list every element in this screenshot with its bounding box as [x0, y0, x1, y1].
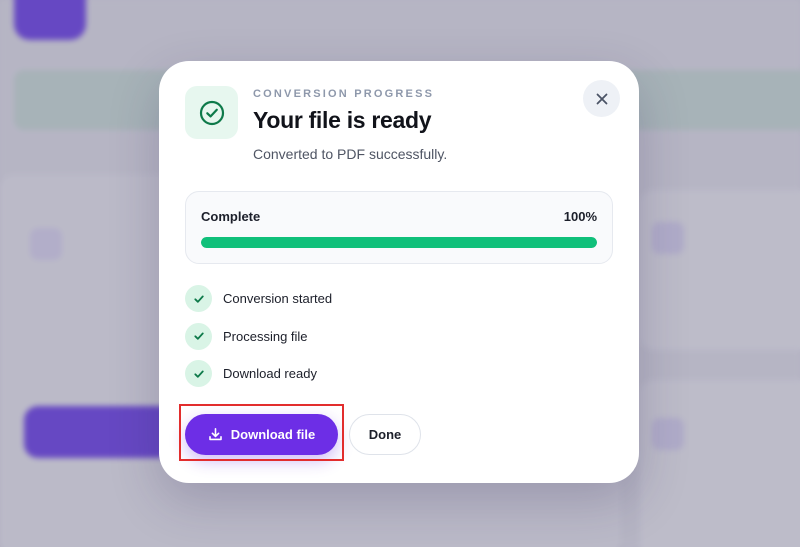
progress-bar	[201, 237, 597, 248]
step-label: Conversion started	[223, 291, 333, 306]
step-label: Download ready	[223, 366, 317, 381]
modal-eyebrow: CONVERSION PROGRESS	[253, 88, 435, 100]
download-icon	[208, 427, 223, 442]
download-button[interactable]: Download file	[185, 414, 338, 455]
check-icon	[185, 360, 212, 387]
step-item: Processing file	[185, 322, 332, 350]
done-button-label: Done	[368, 427, 402, 442]
step-item: Conversion started	[185, 285, 332, 312]
progress-panel: Complete 100%	[185, 191, 613, 264]
progress-percent: 100%	[563, 209, 597, 224]
progress-label: Complete	[201, 209, 261, 224]
step-item: Download ready	[185, 360, 332, 387]
step-label: Processing file	[223, 328, 308, 344]
done-button[interactable]: Done	[349, 414, 421, 455]
download-button-label: Download file	[230, 427, 316, 442]
step-list: Conversion started Processing file Downl…	[185, 285, 332, 398]
modal-subtitle: Converted to PDF successfully.	[253, 146, 448, 162]
modal-title: Your file is ready	[253, 107, 432, 133]
conversion-modal: CONVERSION PROGRESS Your file is ready C…	[159, 61, 639, 483]
close-button[interactable]	[583, 80, 620, 117]
check-icon	[185, 322, 212, 350]
check-icon	[185, 285, 212, 312]
close-icon	[596, 93, 607, 104]
check-circle-icon	[185, 86, 238, 139]
progress-bar-fill	[201, 237, 597, 248]
